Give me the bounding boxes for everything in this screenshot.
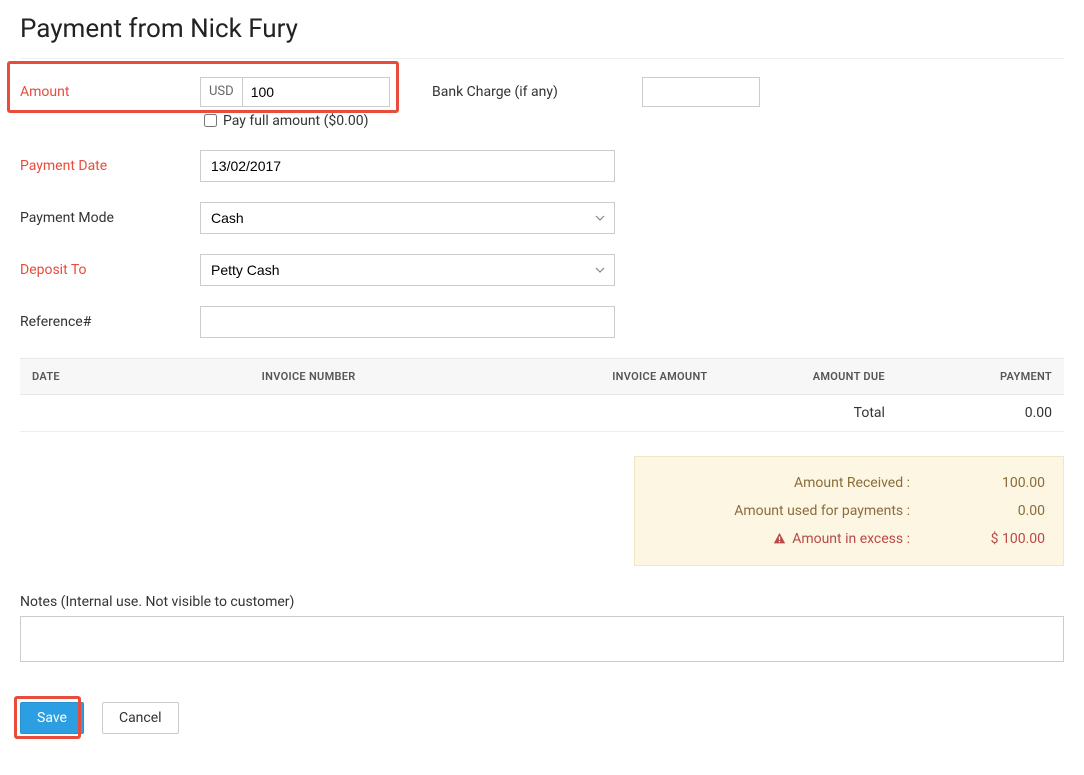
amount-input-group: USD bbox=[200, 77, 392, 107]
warning-icon bbox=[773, 531, 786, 547]
reference-input[interactable] bbox=[200, 306, 615, 338]
summary-box: Amount Received : 100.00 Amount used for… bbox=[634, 456, 1064, 566]
col-payment: PAYMENT bbox=[897, 359, 1064, 395]
divider bbox=[20, 58, 1064, 59]
table-header-row: DATE INVOICE NUMBER INVOICE AMOUNT AMOUN… bbox=[20, 359, 1064, 395]
page-title: Payment from Nick Fury bbox=[20, 14, 1064, 44]
payment-form: Amount USD Bank Charge (if any) Pay full… bbox=[20, 77, 1064, 338]
col-date: DATE bbox=[20, 359, 250, 395]
total-label: Total bbox=[719, 395, 896, 432]
amount-received-value: 100.00 bbox=[930, 475, 1045, 491]
notes-label: Notes (Internal use. Not visible to cust… bbox=[20, 594, 1064, 610]
amount-label: Amount bbox=[20, 84, 200, 100]
table-total-row: Total 0.00 bbox=[20, 395, 1064, 432]
pay-full-checkbox[interactable] bbox=[204, 114, 217, 127]
pay-full-label: Pay full amount ($0.00) bbox=[223, 113, 368, 129]
amount-excess-label: Amount in excess : bbox=[653, 531, 910, 547]
payment-date-input[interactable] bbox=[200, 150, 615, 182]
amount-received-label: Amount Received : bbox=[653, 475, 910, 491]
notes-textarea[interactable] bbox=[20, 616, 1064, 662]
bank-charge-input[interactable] bbox=[642, 77, 760, 107]
payment-mode-label: Payment Mode bbox=[20, 210, 200, 226]
amount-used-label: Amount used for payments : bbox=[653, 503, 910, 519]
deposit-to-select[interactable] bbox=[200, 254, 615, 286]
total-value: 0.00 bbox=[897, 395, 1064, 432]
currency-prefix: USD bbox=[200, 77, 242, 107]
bank-charge-label: Bank Charge (if any) bbox=[432, 84, 558, 100]
invoice-table: DATE INVOICE NUMBER INVOICE AMOUNT AMOUN… bbox=[20, 358, 1064, 432]
reference-label: Reference# bbox=[20, 314, 200, 330]
deposit-to-label: Deposit To bbox=[20, 262, 200, 278]
payment-date-label: Payment Date bbox=[20, 158, 200, 174]
amount-input[interactable] bbox=[242, 77, 390, 107]
col-invoice-amount: INVOICE AMOUNT bbox=[542, 359, 719, 395]
cancel-button[interactable]: Cancel bbox=[102, 702, 179, 734]
col-invoice-number: INVOICE NUMBER bbox=[250, 359, 542, 395]
amount-used-value: 0.00 bbox=[930, 503, 1045, 519]
save-button[interactable]: Save bbox=[20, 702, 84, 734]
col-amount-due: AMOUNT DUE bbox=[719, 359, 896, 395]
payment-mode-select[interactable] bbox=[200, 202, 615, 234]
amount-excess-value: $ 100.00 bbox=[930, 531, 1045, 547]
